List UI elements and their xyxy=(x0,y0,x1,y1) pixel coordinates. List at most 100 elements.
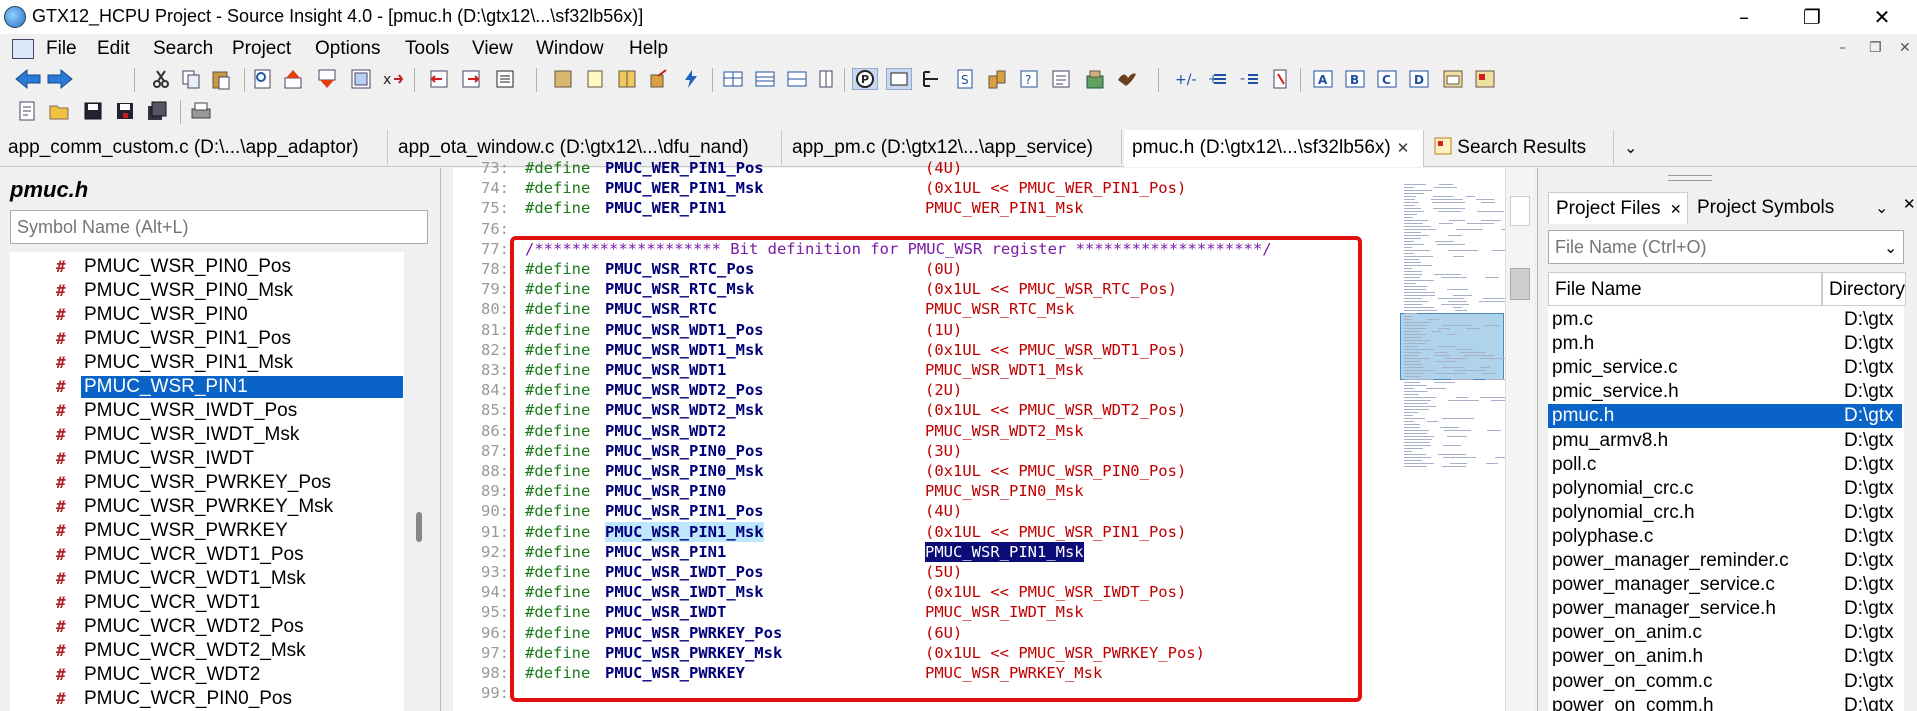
expand-all-icon[interactable]: + xyxy=(1208,68,1230,90)
clip-window-icon[interactable] xyxy=(986,68,1008,90)
tab-pmuc-h[interactable]: pmuc.h (D:\gtx12\...\sf32lb56x) ✕ xyxy=(1124,130,1424,167)
jump-up-icon[interactable] xyxy=(282,68,304,90)
symbol-list-item[interactable]: # PMUC_WCR_WDT1_Pos xyxy=(10,543,404,567)
symbol-search-input[interactable] xyxy=(10,210,428,244)
code-overview-map[interactable] xyxy=(1400,168,1527,711)
panel-close-icon[interactable]: ✕ xyxy=(1896,188,1917,220)
menu-view[interactable]: View xyxy=(472,38,513,60)
browse-icon[interactable] xyxy=(350,68,372,90)
column-header-file-name[interactable]: File Name xyxy=(1548,272,1822,306)
menu-options[interactable]: Options xyxy=(315,38,380,60)
note-icon[interactable] xyxy=(584,68,606,90)
symbol-list-item[interactable]: # PMUC_WCR_WDT1 xyxy=(10,591,404,615)
file-list-item[interactable]: pm.h D:\gtx xyxy=(1548,332,1902,356)
symbol-window-icon[interactable]: S xyxy=(954,68,976,90)
print-icon[interactable] xyxy=(190,100,212,122)
package-icon[interactable] xyxy=(1084,68,1106,90)
file-list-item[interactable]: pmic_service.h D:\gtx xyxy=(1548,380,1902,404)
symbol-list-item[interactable]: # PMUC_WSR_PIN1_Pos xyxy=(10,327,404,351)
file-list-item[interactable]: polynomial_crc.h D:\gtx xyxy=(1548,501,1902,525)
paste-icon[interactable] xyxy=(210,68,232,90)
context-window-icon[interactable] xyxy=(886,68,912,90)
file-list-item[interactable]: pm.c D:\gtx xyxy=(1548,308,1902,332)
file-list-item[interactable]: pmic_service.c D:\gtx xyxy=(1548,356,1902,380)
symbol-list-item[interactable]: # PMUC_WSR_PIN0_Pos xyxy=(10,255,404,279)
mdi-minimize-button[interactable]: – xyxy=(1839,40,1846,56)
replace-icon[interactable]: x xyxy=(382,68,404,90)
symbol-info-icon[interactable] xyxy=(252,68,274,90)
toggle-icon[interactable] xyxy=(1270,68,1292,90)
layout-split-icon[interactable] xyxy=(786,68,808,90)
tab-project-files[interactable]: Project Files ✕ xyxy=(1548,192,1688,224)
file-list-item[interactable]: power_manager_service.c D:\gtx xyxy=(1548,573,1902,597)
file-list-item[interactable]: power_on_anim.h D:\gtx xyxy=(1548,645,1902,669)
symbol-list-item[interactable]: # PMUC_WSR_PWRKEY_Pos xyxy=(10,471,404,495)
symbol-list-item[interactable]: # PMUC_WSR_IWDT_Msk xyxy=(10,423,404,447)
collapse-all-icon[interactable]: - xyxy=(1240,68,1262,90)
symbol-list-item[interactable]: # PMUC_WSR_PWRKEY xyxy=(10,519,404,543)
bookmark-icon[interactable] xyxy=(552,68,574,90)
save-all-icon[interactable] xyxy=(114,100,136,122)
symbol-list-item[interactable]: # PMUC_WCR_WDT2_Msk xyxy=(10,639,404,663)
outline-icon[interactable] xyxy=(494,68,516,90)
file-list-item[interactable]: poll.c D:\gtx xyxy=(1548,453,1902,477)
file-list-item[interactable]: pmuc.h D:\gtx xyxy=(1548,404,1902,429)
close-tab-icon[interactable]: ✕ xyxy=(1670,201,1682,217)
book-icon[interactable] xyxy=(616,68,638,90)
menu-tools[interactable]: Tools xyxy=(405,38,449,60)
symbol-list-item[interactable]: # PMUC_WSR_PIN1_Msk xyxy=(10,351,404,375)
tab-search-results[interactable]: Search Results xyxy=(1426,130,1614,165)
menu-project[interactable]: Project xyxy=(232,38,291,60)
file-list-item[interactable]: power_manager_reminder.c D:\gtx xyxy=(1548,549,1902,573)
style-b-icon[interactable]: B xyxy=(1344,68,1366,90)
mdi-restore-button[interactable]: ❐ xyxy=(1869,40,1882,56)
minimize-button[interactable]: – xyxy=(1714,2,1774,32)
layout-grid-icon[interactable] xyxy=(722,68,744,90)
file-list-item[interactable]: power_on_comm.h D:\gtx xyxy=(1548,694,1902,711)
symbol-list-item[interactable]: # PMUC_WSR_PIN0_Msk xyxy=(10,279,404,303)
scrollbar-splitter[interactable] xyxy=(1510,196,1530,226)
symbol-list-item[interactable]: # PMUC_WSR_PIN1 xyxy=(10,375,404,399)
copy-icon[interactable] xyxy=(180,68,202,90)
lightning-icon[interactable] xyxy=(680,68,702,90)
search-results-icon[interactable]: ? xyxy=(1018,68,1040,90)
save-icon[interactable] xyxy=(82,100,104,122)
symbol-list-item[interactable]: # PMUC_WSR_PIN0 xyxy=(10,303,404,327)
symbol-list-item[interactable]: # PMUC_WSR_IWDT xyxy=(10,447,404,471)
expand-collapse-icon[interactable]: +/- xyxy=(1174,68,1196,90)
file-list-item[interactable]: power_manager_service.h D:\gtx xyxy=(1548,597,1902,621)
back-arrow-icon[interactable] xyxy=(14,68,42,90)
file-list-item[interactable]: polynomial_crc.c D:\gtx xyxy=(1548,477,1902,501)
panel-icon[interactable] xyxy=(816,68,838,90)
file-list-item[interactable]: power_on_comm.c D:\gtx xyxy=(1548,670,1902,694)
compare-left-icon[interactable] xyxy=(428,68,450,90)
symbol-list-item[interactable]: # PMUC_WCR_WDT2 xyxy=(10,663,404,687)
compare-right-icon[interactable] xyxy=(460,68,482,90)
frame-style-icon[interactable] xyxy=(1474,68,1496,90)
column-header-directory[interactable]: Directory xyxy=(1822,272,1906,306)
relation-window-icon[interactable] xyxy=(920,68,942,90)
style-d-icon[interactable]: D xyxy=(1408,68,1430,90)
symbol-list-scrollbar[interactable] xyxy=(412,252,432,711)
tab-dropdown-chevron-icon[interactable]: ⌄ xyxy=(1868,192,1896,224)
mdi-close-button[interactable]: ✕ xyxy=(1899,40,1911,56)
menu-search[interactable]: Search xyxy=(153,38,213,60)
file-list-item[interactable]: polyphase.c D:\gtx xyxy=(1548,525,1902,549)
tab-app-comm-custom[interactable]: app_comm_custom.c (D:\...\app_adaptor) xyxy=(0,130,388,165)
menu-window[interactable]: Window xyxy=(536,38,604,60)
open-folder-icon[interactable] xyxy=(48,100,70,122)
file-list-item[interactable]: pmu_armv8.h D:\gtx xyxy=(1548,429,1902,453)
symbol-list-item[interactable]: # PMUC_WSR_PWRKEY_Msk xyxy=(10,495,404,519)
menu-file[interactable]: File xyxy=(46,38,77,60)
tab-project-symbols[interactable]: Project Symbols xyxy=(1690,192,1862,224)
clipboard-icon[interactable] xyxy=(1050,68,1072,90)
code-editor[interactable]: 73: #define PMUC_WER_PIN1_Pos (4U) 74: #defin… xyxy=(453,159,1513,711)
jump-down-icon[interactable] xyxy=(316,68,338,90)
close-button[interactable]: ✕ xyxy=(1852,2,1912,32)
project-window-icon[interactable]: P xyxy=(852,68,878,90)
scrollbar-thumb[interactable] xyxy=(1510,268,1530,300)
window-style-icon[interactable] xyxy=(1442,68,1464,90)
close-tab-icon[interactable]: ✕ xyxy=(1397,140,1410,157)
scrollbar-thumb[interactable] xyxy=(416,512,422,542)
symbol-list-item[interactable]: # PMUC_WCR_PIN0_Pos xyxy=(10,687,404,711)
